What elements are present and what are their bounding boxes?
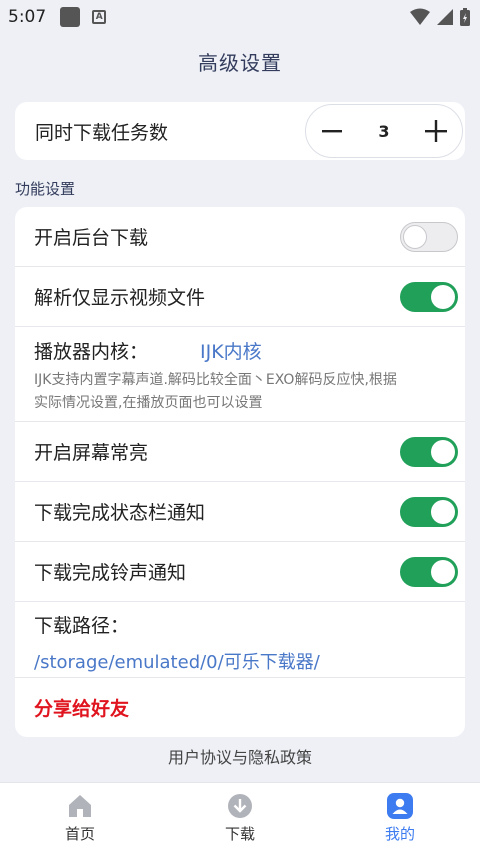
- nav-profile[interactable]: 我的: [320, 783, 480, 853]
- stepper-value: 3: [378, 121, 390, 141]
- download-icon: [227, 793, 253, 819]
- minus-icon: [322, 130, 342, 133]
- decrement-button[interactable]: [318, 117, 346, 145]
- ringtone-notify-label: 下载完成铃声通知: [34, 562, 187, 584]
- toggle-knob: [431, 439, 455, 464]
- status-time: 5:07: [8, 7, 47, 27]
- profile-icon: [387, 793, 413, 819]
- wifi-icon: [410, 8, 430, 25]
- toggle-knob: [431, 284, 455, 309]
- toggle-knob: [403, 224, 427, 249]
- statusbar-notify-label: 下载完成状态栏通知: [34, 502, 206, 524]
- nav-home[interactable]: 首页: [0, 783, 160, 853]
- share-row[interactable]: 分享给好友: [15, 678, 465, 737]
- home-icon: [67, 793, 93, 819]
- notification-a-icon: A: [92, 10, 107, 24]
- battery-icon: [460, 8, 470, 26]
- nav-download[interactable]: 下载: [160, 783, 320, 853]
- share-button[interactable]: 分享给好友: [34, 694, 129, 721]
- download-path-label: 下载路径：: [34, 615, 130, 637]
- increment-button[interactable]: [422, 117, 450, 145]
- page-title: 高级设置: [198, 51, 282, 75]
- plus-icon: [424, 120, 447, 142]
- background-download-toggle[interactable]: [400, 221, 458, 252]
- background-download-row: 开启后台下载: [15, 207, 465, 267]
- parse-video-only-row: 解析仅显示视频文件: [15, 267, 465, 327]
- parse-video-only-toggle[interactable]: [400, 281, 458, 312]
- quantity-stepper: 3: [305, 104, 463, 158]
- player-core-value[interactable]: IJK内核: [200, 337, 262, 364]
- player-core-row: 播放器内核： IJK内核 IJK支持内置字幕声道.解码比较全面丶EXO解码反应快…: [15, 327, 465, 422]
- player-core-description: IJK支持内置字幕声道.解码比较全面丶EXO解码反应快,根据实际情况设置,在播放…: [34, 372, 397, 411]
- ringtone-notify-row: 下载完成铃声通知: [15, 542, 465, 602]
- status-bar: 5:07 A: [0, 0, 480, 34]
- bottom-nav: 首页 下载 我的: [0, 782, 480, 853]
- screen-on-label: 开启屏幕常亮: [34, 442, 149, 464]
- section-title: 功能设置: [15, 180, 76, 198]
- player-core-label: 播放器内核：: [34, 341, 149, 363]
- concurrent-downloads-label: 同时下载任务数: [35, 121, 169, 144]
- settings-card: 开启后台下载 解析仅显示视频文件 播放器内核： IJK内核 IJK支持内置字幕声…: [15, 207, 465, 737]
- privacy-policy-link[interactable]: 用户协议与隐私政策: [0, 744, 480, 768]
- nav-download-label: 下载: [224, 825, 255, 843]
- nav-home-label: 首页: [64, 825, 95, 843]
- notification-app-icon: [60, 7, 81, 27]
- download-path-row[interactable]: 下载路径： /storage/emulated/0/可乐下载器/: [15, 602, 465, 678]
- nav-profile-label: 我的: [384, 825, 415, 843]
- screen-on-toggle[interactable]: [400, 436, 458, 467]
- toggle-knob: [431, 559, 455, 584]
- statusbar-notify-row: 下载完成状态栏通知: [15, 482, 465, 542]
- signal-icon: [437, 9, 453, 25]
- ringtone-notify-toggle[interactable]: [400, 556, 458, 587]
- toggle-knob: [431, 499, 455, 524]
- statusbar-notify-toggle[interactable]: [400, 496, 458, 527]
- screen-on-row: 开启屏幕常亮: [15, 422, 465, 482]
- concurrent-downloads-card: 同时下载任务数 3: [15, 102, 465, 160]
- parse-video-only-label: 解析仅显示视频文件: [34, 287, 206, 309]
- background-download-label: 开启后台下载: [34, 227, 149, 249]
- download-path-value[interactable]: /storage/emulated/0/可乐下载器/: [34, 648, 320, 674]
